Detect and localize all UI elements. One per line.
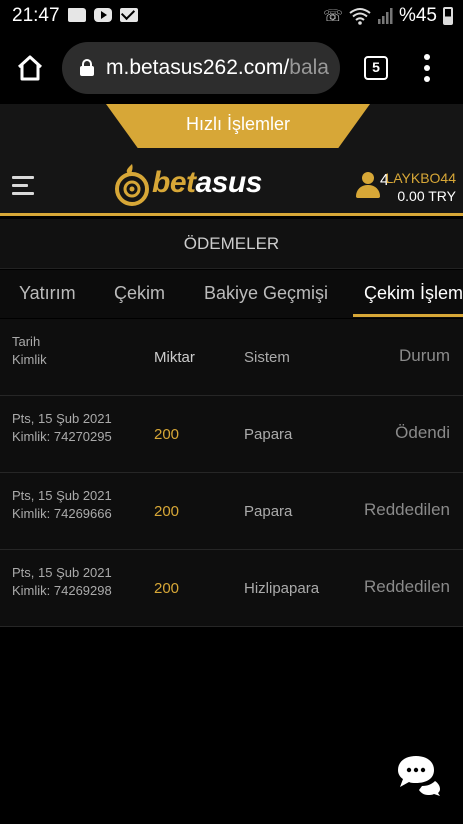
folder-icon [68,8,86,22]
hamburger-menu-icon[interactable] [12,176,34,196]
lock-icon [80,59,94,76]
status-cell: Ödendi [395,423,450,442]
browser-toolbar: m.betasus262.com/bala 5 [0,32,463,104]
date-id-header: Tarih Kimlik [12,333,47,369]
status-cell: Reddedilen [363,577,450,596]
logo-wordmark: betasus [152,166,262,199]
id-cell: Kimlik: 74270295 [12,429,112,444]
more-menu-icon[interactable] [420,54,434,82]
quick-actions-bar: Hızlı İşlemler [0,104,463,148]
system-cell: Hizlipapara [244,580,320,597]
id-cell: Kimlik: 74269298 [12,583,112,598]
amount-cell: 200 [154,580,180,597]
amount-cell: 200 [154,503,180,520]
mail-icon [120,8,138,22]
page-title: ÖDEMELER [0,219,463,269]
battery-icon [443,7,453,25]
date-cell: Pts, 15 Şub 2021 [12,411,112,426]
status-right-icons: ☏ %45 [323,5,453,27]
tab-withdrawal-transactions[interactable]: Çekim İşlem [364,283,463,304]
logo-mark-icon [115,164,149,206]
url-fade: bala [289,56,329,79]
system-header: Sistem [244,349,290,366]
table-row: Pts, 15 Şub 2021 Kimlik: 74269666 200 Pa… [0,473,463,550]
transactions-table: Tarih Kimlik Miktar Sistem Durum Pts, 15… [0,319,463,627]
active-tab-indicator [353,314,463,317]
table-row: Pts, 15 Şub 2021 Kimlik: 74269298 200 Hi… [0,550,463,627]
page-content: Hızlı İşlemler betasus 4 LAYKBO44 0.00 T… [0,104,463,824]
user-icon[interactable] [356,172,380,198]
quick-actions-tab[interactable]: Hızlı İşlemler [106,104,370,148]
live-chat-icon[interactable] [392,752,442,796]
betasus-logo[interactable]: betasus [112,162,284,206]
date-cell: Pts, 15 Şub 2021 [12,565,112,580]
system-cell: Papara [244,503,293,520]
table-header-row: Tarih Kimlik Miktar Sistem Durum [0,319,463,396]
date-id-cell: Pts, 15 Şub 2021 Kimlik: 74269298 [12,564,112,600]
amount-header: Miktar [154,349,195,366]
date-id-cell: Pts, 15 Şub 2021 Kimlik: 74270295 [12,410,112,446]
wifi-icon [349,8,371,25]
site-header: betasus 4 LAYKBO44 0.00 TRY [0,148,463,216]
status-header: Durum [398,346,450,365]
status-time: 21:47 [12,5,60,26]
youtube-icon [94,8,112,22]
url-text[interactable]: m.betasus262.com/bala [106,56,329,80]
date-cell: Pts, 15 Şub 2021 [12,488,112,503]
signal-icon [377,8,393,24]
tab-balance-history[interactable]: Bakiye Geçmişi [204,283,328,304]
amount-cell: 200 [154,426,180,443]
tab-withdrawal[interactable]: Çekim [114,283,165,304]
username[interactable]: LAYKBO44 [385,170,456,186]
status-left-icons [68,8,138,22]
system-cell: Papara [244,426,293,443]
tab-switcher-button[interactable]: 5 [364,56,388,80]
id-header: Kimlik [12,352,47,367]
home-icon[interactable] [16,54,44,82]
date-header: Tarih [12,334,41,349]
date-id-cell: Pts, 15 Şub 2021 Kimlik: 74269666 [12,487,112,523]
wifi-call-icon: ☏ [322,8,343,25]
battery-percent: %45 [398,5,437,26]
address-bar[interactable]: m.betasus262.com/bala [62,42,340,94]
table-row: Pts, 15 Şub 2021 Kimlik: 74270295 200 Pa… [0,396,463,473]
url-main: m.betasus262.com/ [106,56,290,79]
tab-deposit[interactable]: Yatırım [19,283,76,304]
account-balance: 0.00 TRY [397,188,456,204]
status-bar: 21:47 ☏ %45 [0,0,463,32]
status-cell: Reddedilen [363,500,450,519]
id-cell: Kimlik: 74269666 [12,506,112,521]
payment-tabs: Yatırım Çekim Bakiye Geçmişi Çekim İşlem [0,270,463,318]
